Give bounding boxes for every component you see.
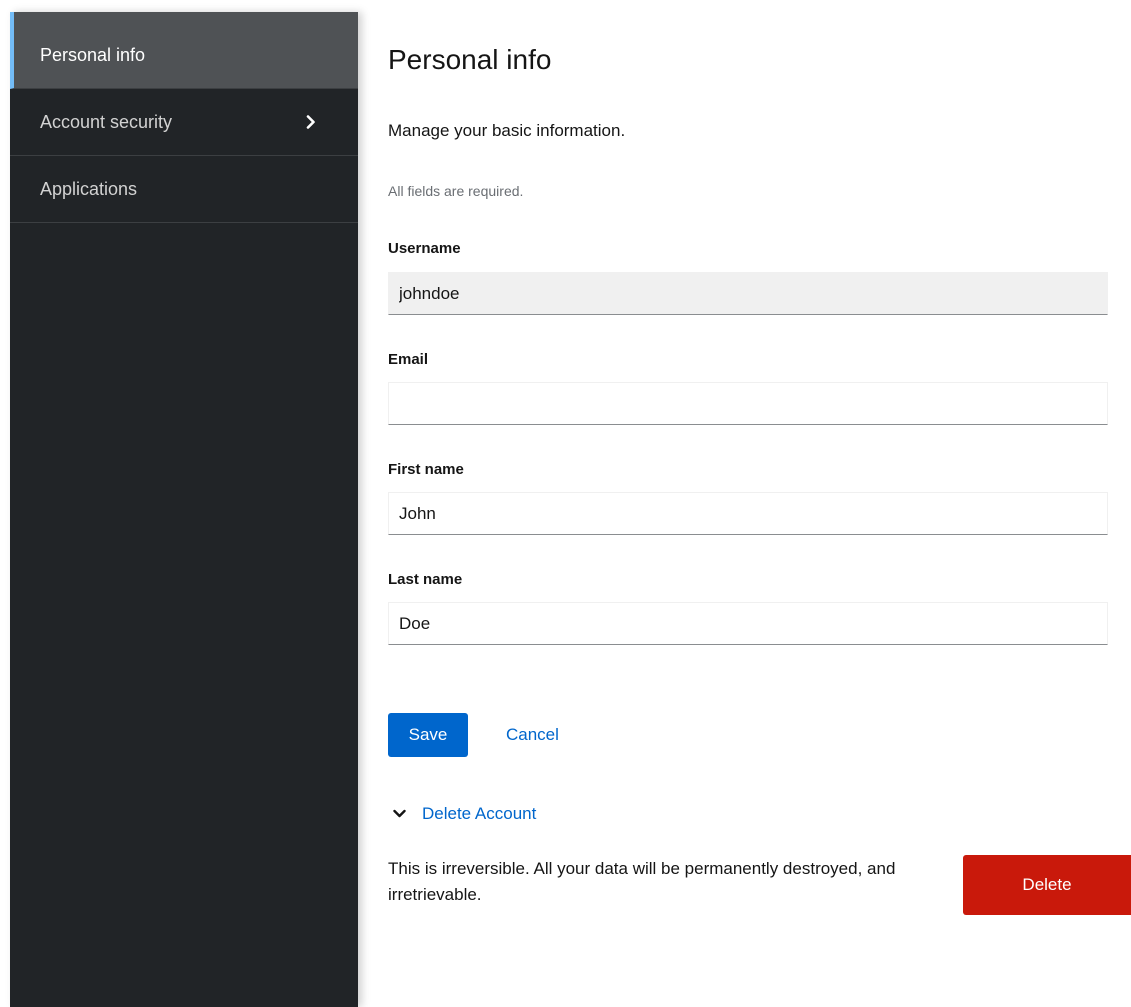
sidebar-item-label: Applications <box>40 178 138 199</box>
required-fields-note: All fields are required. <box>388 183 524 199</box>
email-label: Email <box>388 351 429 368</box>
last-name-label: Last name <box>388 571 463 588</box>
username-field[interactable] <box>388 272 1108 315</box>
delete-account-toggle-label: Delete Account <box>422 804 537 823</box>
chevron-down-icon <box>392 807 406 821</box>
sidebar-item-label: Personal info <box>40 44 146 65</box>
sidebar-item-applications[interactable]: Applications <box>10 156 358 223</box>
page-title: Personal info <box>388 44 552 75</box>
sidebar-item-label: Account security <box>40 111 173 132</box>
sidebar-nav: Personal info Account security Applicati… <box>10 12 358 1007</box>
sidebar-item-personal-info[interactable]: Personal info <box>10 12 358 89</box>
delete-account-toggle[interactable]: Delete Account <box>388 800 536 828</box>
delete-warning-text: This is irreversible. All your data will… <box>388 859 896 904</box>
username-label: Username <box>388 240 461 257</box>
first-name-label: First name <box>388 461 464 478</box>
delete-account-button[interactable]: Delete <box>963 855 1131 915</box>
page-description: Manage your basic information. <box>388 121 626 140</box>
first-name-field[interactable] <box>388 492 1108 535</box>
chevron-right-icon <box>304 115 318 129</box>
cancel-button[interactable]: Cancel <box>488 713 577 757</box>
last-name-field[interactable] <box>388 602 1108 645</box>
save-button[interactable]: Save <box>388 713 468 757</box>
sidebar-item-account-security[interactable]: Account security <box>10 89 358 156</box>
app-root: Personal info Account security Applicati… <box>0 0 1131 1007</box>
email-field[interactable] <box>388 382 1108 425</box>
